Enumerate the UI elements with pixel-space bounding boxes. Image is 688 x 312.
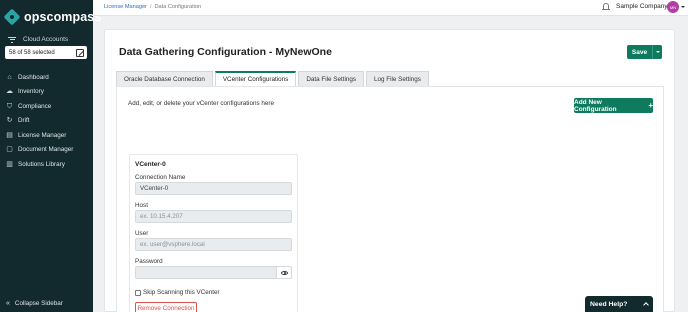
cloud-accounts-header: Cloud Accounts <box>8 36 68 43</box>
sidebar-item-label: License Manager <box>18 131 67 139</box>
save-button-label[interactable]: Save <box>627 45 652 59</box>
filter-icon <box>8 36 16 43</box>
caret-down-icon <box>655 51 660 53</box>
home-icon: ⌂ <box>7 73 12 81</box>
opscompass-logo-icon <box>3 8 21 26</box>
connection-name-input[interactable]: VCenter-0 <box>135 182 292 195</box>
tab-bar: Oracle Database Connection VCenter Confi… <box>116 71 431 86</box>
cloud-accounts-selector[interactable]: 58 of 58 selected <box>5 46 87 59</box>
sidebar: opscompass Cloud Accounts 58 of 58 selec… <box>0 0 101 312</box>
sidebar-item-drift[interactable]: ↻ Drift <box>0 114 93 129</box>
vcenter-title: VCenter-0 <box>135 161 166 168</box>
book-icon: ▥ <box>6 160 13 168</box>
edit-icon[interactable] <box>76 48 84 57</box>
sidebar-item-compliance[interactable]: ⛉ Compliance <box>0 99 93 114</box>
sidebar-item-solutions-library[interactable]: ▥ Solutions Library <box>0 157 93 172</box>
notification-bell-icon[interactable] <box>602 3 610 12</box>
file-icon: ▢ <box>6 146 13 154</box>
company-name[interactable]: Sample Company <box>616 3 668 10</box>
page-title: Data Gathering Configuration - MyNewOne <box>119 46 332 58</box>
configuration-card: Data Gathering Configuration - MyNewOne … <box>104 29 675 312</box>
host-input[interactable]: ex. 10.15.4.207 <box>135 210 292 223</box>
skip-scanning-label: Skip Scanning this VCenter <box>143 289 220 296</box>
sidebar-item-label: Solutions Library <box>18 160 65 168</box>
chevron-down-icon[interactable] <box>681 6 685 8</box>
top-bar: License Manager / Data Configuration Sampl… <box>93 0 688 16</box>
sidebar-item-dashboard[interactable]: ⌂ Dashboard <box>0 70 93 85</box>
document-icon: ▤ <box>6 131 13 139</box>
eye-icon <box>280 270 288 275</box>
shield-icon: ⛉ <box>6 102 13 110</box>
save-dropdown-toggle[interactable] <box>652 45 662 59</box>
sidebar-nav: ⌂ Dashboard ☁ Inventory ⛉ Compliance ↻ D… <box>0 70 93 172</box>
password-label: Password <box>135 258 163 265</box>
connection-name-label: Connection Name <box>135 174 186 181</box>
panel-description: Add, edit, or delete your vCenter config… <box>128 100 274 107</box>
plus-icon: + <box>648 101 653 110</box>
refresh-icon: ↻ <box>6 117 13 125</box>
vcenter-tab-panel: Add, edit, or delete your vCenter config… <box>116 86 664 312</box>
sidebar-item-label: Inventory <box>18 88 44 96</box>
breadcrumb-current: Data Configuration <box>154 4 202 10</box>
password-field <box>135 266 292 279</box>
cloud-icon: ☁ <box>6 88 13 96</box>
cloud-accounts-selected-text: 58 of 58 selected <box>9 49 55 56</box>
add-new-configuration-button[interactable]: Add New Configuration + <box>574 98 653 113</box>
user-input[interactable]: ex. user@vsphere.local <box>135 238 292 251</box>
double-chevron-left-icon: « <box>6 300 10 307</box>
sidebar-item-document-manager[interactable]: ▢ Document Manager <box>0 143 93 158</box>
need-help-label: Need Help? <box>590 300 628 308</box>
tab-data-file-settings[interactable]: Data File Settings <box>298 71 365 86</box>
brand-logo[interactable]: opscompass <box>3 8 102 26</box>
sidebar-item-label: Compliance <box>18 102 52 110</box>
sidebar-item-label: Drift <box>18 117 30 125</box>
tab-vcenter-configurations[interactable]: VCenter Configurations <box>214 71 297 86</box>
skip-scanning-checkbox[interactable] <box>135 289 141 296</box>
password-input[interactable] <box>135 266 277 279</box>
host-label: Host <box>135 202 148 209</box>
collapse-sidebar-button[interactable]: « Collapse Sidebar <box>6 300 63 307</box>
chevron-up-icon <box>643 302 649 308</box>
breadcrumb-link-license-manager[interactable]: License Manager <box>104 4 147 10</box>
avatar[interactable]: MN <box>667 1 679 13</box>
need-help-widget[interactable]: Need Help? <box>585 296 653 312</box>
sidebar-item-label: Document Manager <box>18 146 74 154</box>
cloud-accounts-label: Cloud Accounts <box>23 36 69 43</box>
sidebar-item-inventory[interactable]: ☁ Inventory <box>0 85 93 100</box>
tab-oracle-database-connection[interactable]: Oracle Database Connection <box>116 71 213 86</box>
skip-scanning-checkbox-row[interactable]: Skip Scanning this VCenter <box>135 289 220 296</box>
save-button[interactable]: Save <box>627 45 662 59</box>
add-button-label: Add New Configuration <box>574 98 617 113</box>
sidebar-item-label: Dashboard <box>18 73 49 81</box>
sidebar-item-license-manager[interactable]: ▤ License Manager <box>0 128 93 143</box>
brand-name: opscompass <box>24 10 102 24</box>
user-label: User <box>135 230 149 237</box>
breadcrumb-separator: / <box>149 4 152 10</box>
vcenter-config-card: VCenter-0 Connection Name VCenter-0 Host… <box>129 154 298 312</box>
remove-connection-button[interactable]: Remove Connection <box>135 302 197 312</box>
collapse-sidebar-label: Collapse Sidebar <box>14 300 63 307</box>
breadcrumb: License Manager / Data Configuration <box>104 4 201 10</box>
show-password-button[interactable] <box>276 266 292 279</box>
tab-log-file-settings[interactable]: Log File Settings <box>366 71 429 86</box>
